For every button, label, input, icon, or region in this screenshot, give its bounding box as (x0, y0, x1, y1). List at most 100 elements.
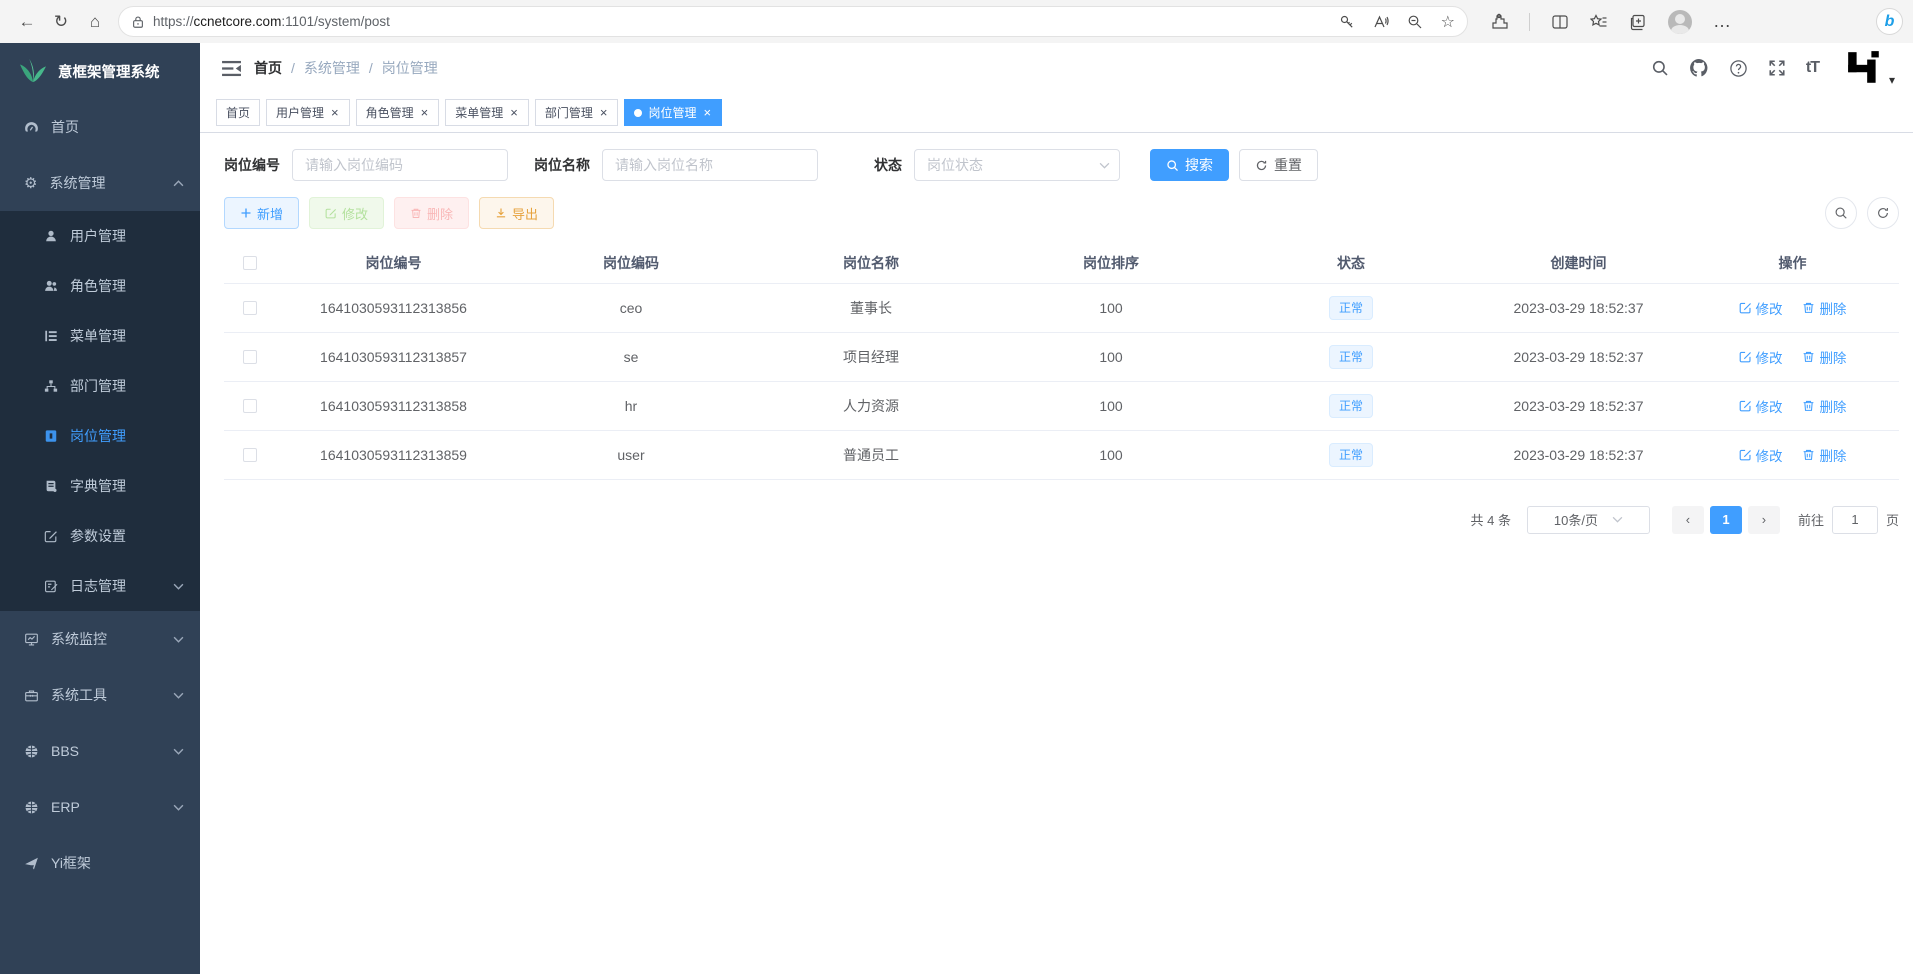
goto-label: 前往 (1798, 510, 1824, 529)
select-all-checkbox[interactable] (243, 256, 257, 270)
profile-avatar[interactable] (1668, 10, 1692, 34)
delete-button[interactable]: 删除 (394, 197, 469, 229)
row-checkbox[interactable] (243, 448, 257, 462)
tab-close-icon[interactable]: × (509, 106, 519, 119)
header-search-icon[interactable] (1651, 59, 1669, 77)
sidebar-item-logs[interactable]: 日志管理 (0, 561, 200, 611)
sidebar-item-parameters[interactable]: 参数设置 (0, 511, 200, 561)
add-favorite-icon[interactable]: ☆ (1441, 12, 1455, 32)
pagination: 共 4 条 10条/页 ‹ 1 › 前往 页 (224, 506, 1899, 534)
sidebar-item-label: 参数设置 (70, 526, 184, 546)
page-size-select[interactable]: 10条/页 (1527, 506, 1650, 534)
cell-created-time: 2023-03-29 18:52:37 (1471, 332, 1686, 381)
row-edit-link[interactable]: 修改 (1739, 396, 1783, 416)
edit-button[interactable]: 修改 (309, 197, 384, 229)
monitor-icon (24, 632, 39, 647)
tab-close-icon[interactable]: × (702, 106, 712, 119)
url-path: :1101/system/post (281, 14, 390, 29)
cell-post-sort: 100 (991, 381, 1231, 430)
chevron-down-icon (1099, 162, 1110, 169)
tab-close-icon[interactable]: × (330, 106, 340, 119)
sidebar-item-bbs[interactable]: BBS (0, 723, 200, 779)
font-size-icon[interactable]: tT (1806, 59, 1819, 77)
page-number-button[interactable]: 1 (1710, 506, 1742, 534)
gear-icon: ⚙ (24, 174, 37, 192)
row-delete-link[interactable]: 删除 (1802, 445, 1846, 465)
refresh-icon: ↻ (54, 12, 68, 32)
sidebar-item-users[interactable]: 用户管理 (0, 211, 200, 261)
collections-icon[interactable] (1629, 13, 1647, 31)
refresh-table-button[interactable] (1867, 197, 1899, 229)
url-scheme: https:// (153, 14, 194, 29)
table-row: 1641030593112313858 hr 人力资源 100 正常 2023-… (224, 381, 1899, 430)
favorites-icon[interactable] (1590, 13, 1608, 31)
tab-roles[interactable]: 角色管理 × (356, 99, 440, 126)
row-edit-link[interactable]: 修改 (1739, 445, 1783, 465)
prev-page-button[interactable]: ‹ (1672, 506, 1704, 534)
row-checkbox[interactable] (243, 399, 257, 413)
tab-close-icon[interactable]: × (420, 106, 430, 119)
browser-menu-icon[interactable]: … (1713, 11, 1732, 32)
sidebar-collapse-button[interactable] (214, 51, 248, 85)
extensions-icon[interactable] (1490, 13, 1508, 31)
tab-menus[interactable]: 菜单管理 × (445, 99, 529, 126)
breadcrumb-system[interactable]: 系统管理 (304, 58, 360, 78)
row-edit-link[interactable]: 修改 (1739, 347, 1783, 367)
fullscreen-icon[interactable] (1768, 59, 1786, 77)
show-search-button[interactable] (1825, 197, 1857, 229)
github-icon[interactable] (1689, 58, 1709, 78)
goto-page-input[interactable] (1832, 506, 1878, 534)
sidebar-item-yi-framework[interactable]: Yi框架 (0, 835, 200, 891)
status-label: 状态 (874, 155, 902, 175)
cell-post-code: ceo (511, 283, 751, 332)
post-name-input[interactable] (602, 149, 818, 181)
split-screen-icon[interactable] (1551, 13, 1569, 31)
edit-square-icon (44, 529, 58, 543)
status-select[interactable]: 岗位状态 (914, 149, 1120, 181)
browser-refresh-button[interactable]: ↻ (44, 5, 78, 39)
search-button[interactable]: 搜索 (1150, 149, 1229, 181)
tab-close-icon[interactable]: × (599, 106, 609, 119)
address-bar[interactable]: https://ccnetcore.com:1101/system/post ☆ (118, 6, 1468, 37)
row-delete-link[interactable]: 删除 (1802, 396, 1846, 416)
add-button[interactable]: 新增 (224, 197, 299, 229)
breadcrumb-home[interactable]: 首页 (254, 58, 282, 78)
password-key-icon[interactable] (1339, 14, 1355, 30)
tab-posts[interactable]: 岗位管理 × (624, 99, 722, 126)
sidebar-item-departments[interactable]: 部门管理 (0, 361, 200, 411)
globe-icon (24, 800, 39, 815)
cell-post-id: 1641030593112313857 (276, 332, 511, 381)
search-icon (1834, 206, 1848, 220)
tab-home[interactable]: 首页 (216, 99, 260, 126)
table-row: 1641030593112313857 se 项目经理 100 正常 2023-… (224, 332, 1899, 381)
reset-button[interactable]: 重置 (1239, 149, 1318, 181)
tab-users[interactable]: 用户管理 × (266, 99, 350, 126)
row-delete-link[interactable]: 删除 (1802, 347, 1846, 367)
post-code-input[interactable] (292, 149, 508, 181)
user-dropdown[interactable]: ▾ (1845, 49, 1895, 87)
sidebar-item-erp[interactable]: ERP (0, 779, 200, 835)
tab-departments[interactable]: 部门管理 × (535, 99, 619, 126)
sidebar-item-posts[interactable]: 岗位管理 (0, 411, 200, 461)
row-checkbox[interactable] (243, 301, 257, 315)
export-button[interactable]: 导出 (479, 197, 554, 229)
read-aloud-icon[interactable] (1373, 14, 1389, 30)
help-icon[interactable] (1729, 59, 1748, 78)
sidebar-item-dictionary[interactable]: 字典管理 (0, 461, 200, 511)
sidebar-item-menus[interactable]: 菜单管理 (0, 311, 200, 361)
bing-icon[interactable]: b (1876, 8, 1903, 35)
row-edit-link[interactable]: 修改 (1739, 298, 1783, 318)
next-page-button[interactable]: › (1748, 506, 1780, 534)
browser-back-button[interactable]: ← (10, 5, 44, 39)
sidebar-item-monitor[interactable]: 系统监控 (0, 611, 200, 667)
sidebar-item-home[interactable]: 首页 (0, 99, 200, 155)
browser-action-icons: … b (1490, 8, 1903, 35)
sidebar-item-roles[interactable]: 角色管理 (0, 261, 200, 311)
sidebar-item-tools[interactable]: 系统工具 (0, 667, 200, 723)
browser-home-button[interactable]: ⌂ (78, 5, 112, 39)
app-logo[interactable]: 意框架管理系统 (0, 43, 200, 99)
zoom-out-icon[interactable] (1407, 14, 1423, 30)
row-checkbox[interactable] (243, 350, 257, 364)
row-delete-link[interactable]: 删除 (1802, 298, 1846, 318)
sidebar-item-system[interactable]: ⚙ 系统管理 (0, 155, 200, 211)
